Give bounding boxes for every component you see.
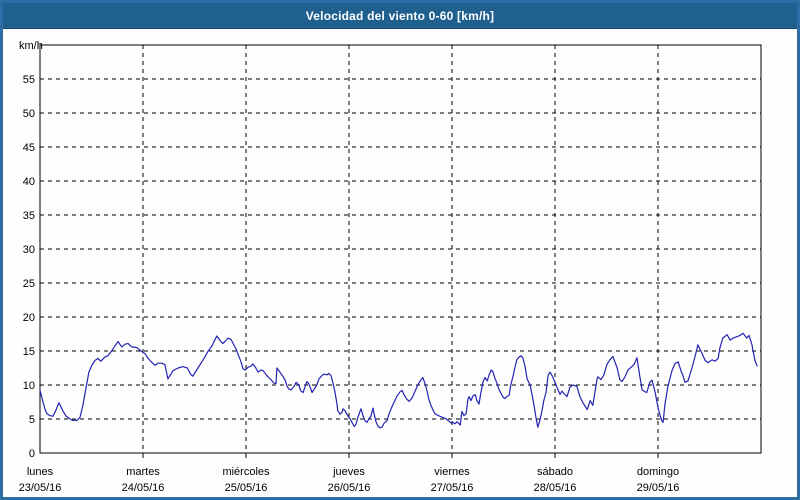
x-day-name-label: viernes (434, 466, 470, 478)
x-date-label: 29/05/16 (637, 482, 680, 494)
wind-chart-window: Velocidad del viento 0-60 [km/h] km/h 0 5… (0, 0, 800, 500)
window-title: Velocidad del viento 0-60 [km/h] (305, 8, 495, 23)
y-tick-label: 25 (23, 278, 35, 290)
x-date-label: 23/05/16 (19, 482, 62, 494)
y-tick-label: 30 (23, 244, 35, 256)
y-tick-label: 35 (23, 210, 35, 222)
x-day-name-label: domingo (637, 466, 679, 478)
x-day-name-label: sábado (537, 466, 573, 478)
y-tick-label: 40 (23, 176, 35, 188)
x-date-label: 25/05/16 (225, 482, 268, 494)
x-day-name-label: martes (126, 466, 160, 478)
x-day-name-label: lunes (27, 466, 54, 478)
window-titlebar: Velocidad del viento 0-60 [km/h] (3, 3, 797, 29)
x-date-label: 28/05/16 (534, 482, 577, 494)
x-day-name-label: jueves (332, 466, 365, 478)
y-tick-label: 20 (23, 312, 35, 324)
y-tick-label: 50 (23, 108, 35, 120)
wind-speed-series-line (39, 332, 758, 429)
x-date-label: 26/05/16 (328, 482, 371, 494)
y-tick-label: 55 (23, 74, 35, 86)
y-tick-label: 45 (23, 142, 35, 154)
x-day-name-label: miércoles (222, 466, 270, 478)
wind-speed-line-chart: 0 5 10 15 20 25 30 35 40 45 50 55 lunes 23/05/16 marte… (19, 44, 762, 494)
x-date-label: 27/05/16 (431, 482, 474, 494)
y-tick-label: 15 (23, 346, 35, 358)
x-date-label: 24/05/16 (122, 482, 165, 494)
y-tick-label: 5 (29, 414, 35, 426)
y-tick-label: 10 (23, 380, 35, 392)
chart-area: km/h 0 5 10 15 20 25 30 35 40 45 50 55 lunes 23/05/16… (3, 30, 797, 497)
y-tick-label: 0 (29, 448, 35, 460)
y-axis-unit-label: km/h (19, 40, 43, 52)
